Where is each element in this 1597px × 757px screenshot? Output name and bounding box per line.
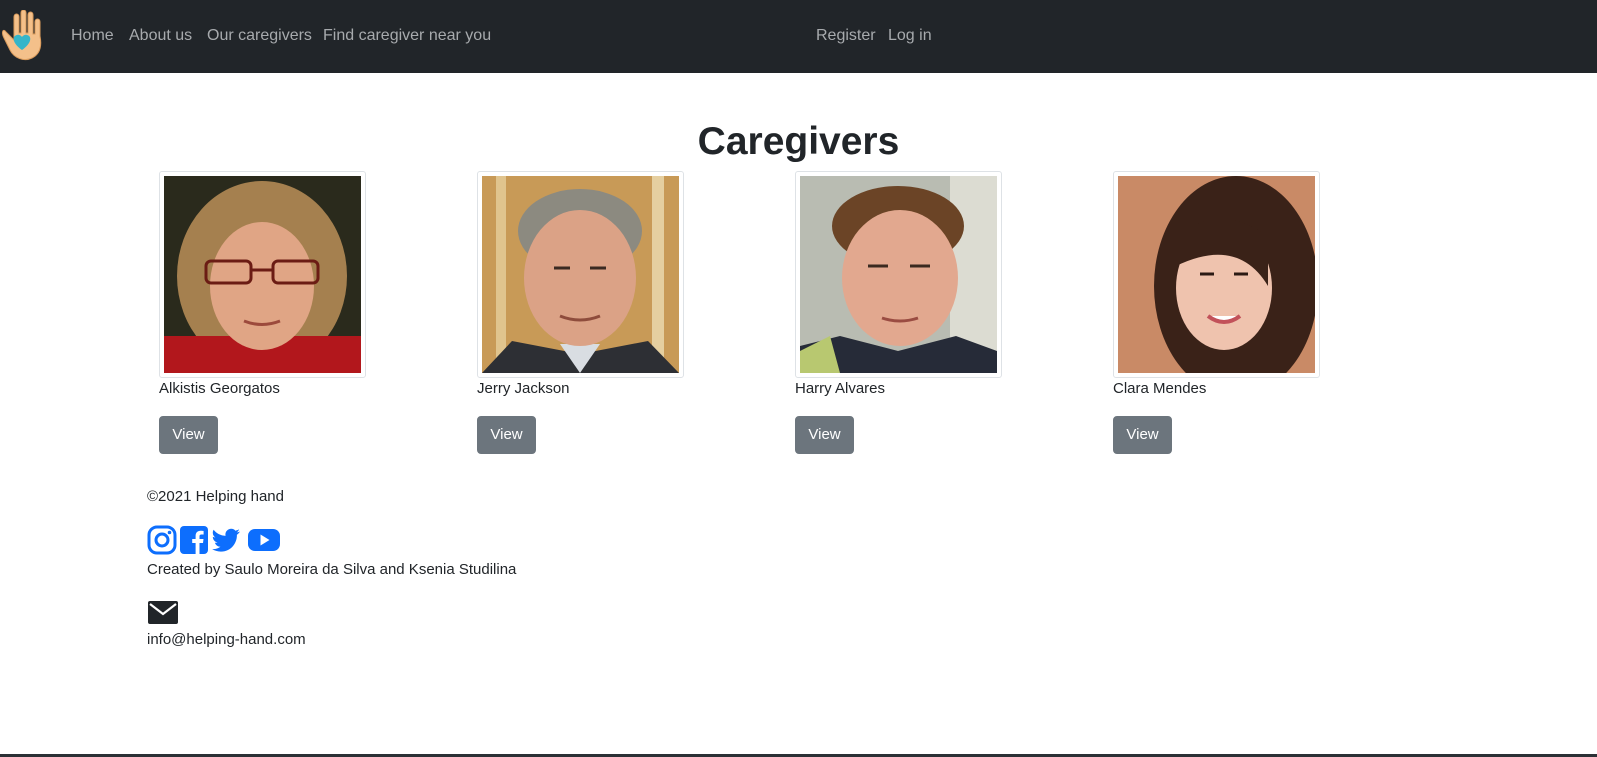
youtube-icon[interactable]	[247, 525, 281, 555]
caregiver-photo	[795, 171, 1002, 378]
page-title: Caregivers	[697, 120, 900, 163]
caregiver-name: Alkistis Georgatos	[159, 380, 280, 397]
nav-our-caregivers[interactable]: Our caregivers	[207, 26, 312, 46]
instagram-icon[interactable]	[147, 525, 177, 555]
caregiver-photo	[159, 171, 366, 378]
view-caregiver-button[interactable]: View	[477, 416, 536, 454]
envelope-icon[interactable]	[147, 600, 179, 625]
caregiver-card: Alkistis Georgatos View	[159, 171, 419, 461]
caregiver-photo	[1113, 171, 1320, 378]
twitter-icon[interactable]	[211, 525, 241, 555]
footer-email[interactable]: info@helping-hand.com	[147, 630, 306, 650]
caregiver-name: Clara Mendes	[1113, 380, 1207, 397]
view-caregiver-button[interactable]: View	[1113, 416, 1172, 454]
nav-home[interactable]: Home	[71, 26, 114, 46]
facebook-icon[interactable]	[179, 525, 209, 555]
caregiver-name: Jerry Jackson	[477, 380, 570, 397]
nav-find-caregiver[interactable]: Find caregiver near you	[323, 26, 491, 46]
raised-hand-heart-icon[interactable]	[0, 10, 44, 62]
view-caregiver-button[interactable]: View	[795, 416, 854, 454]
view-caregiver-button[interactable]: View	[159, 416, 218, 454]
footer-credit: Created by Saulo Moreira da Silva and Ks…	[147, 561, 517, 578]
nav-about-us[interactable]: About us	[129, 26, 192, 46]
top-navbar: Home About us Our caregivers Find caregi…	[0, 0, 1597, 73]
caregiver-card: Clara Mendes View	[1113, 171, 1373, 461]
nav-register[interactable]: Register	[816, 26, 876, 46]
caregiver-card: Jerry Jackson View	[477, 171, 737, 461]
nav-log-in[interactable]: Log in	[888, 26, 932, 46]
caregiver-photo	[477, 171, 684, 378]
footer-copyright: ©2021 Helping hand	[147, 488, 284, 505]
caregiver-card: Harry Alvares View	[795, 171, 1055, 461]
caregiver-name: Harry Alvares	[795, 380, 886, 397]
